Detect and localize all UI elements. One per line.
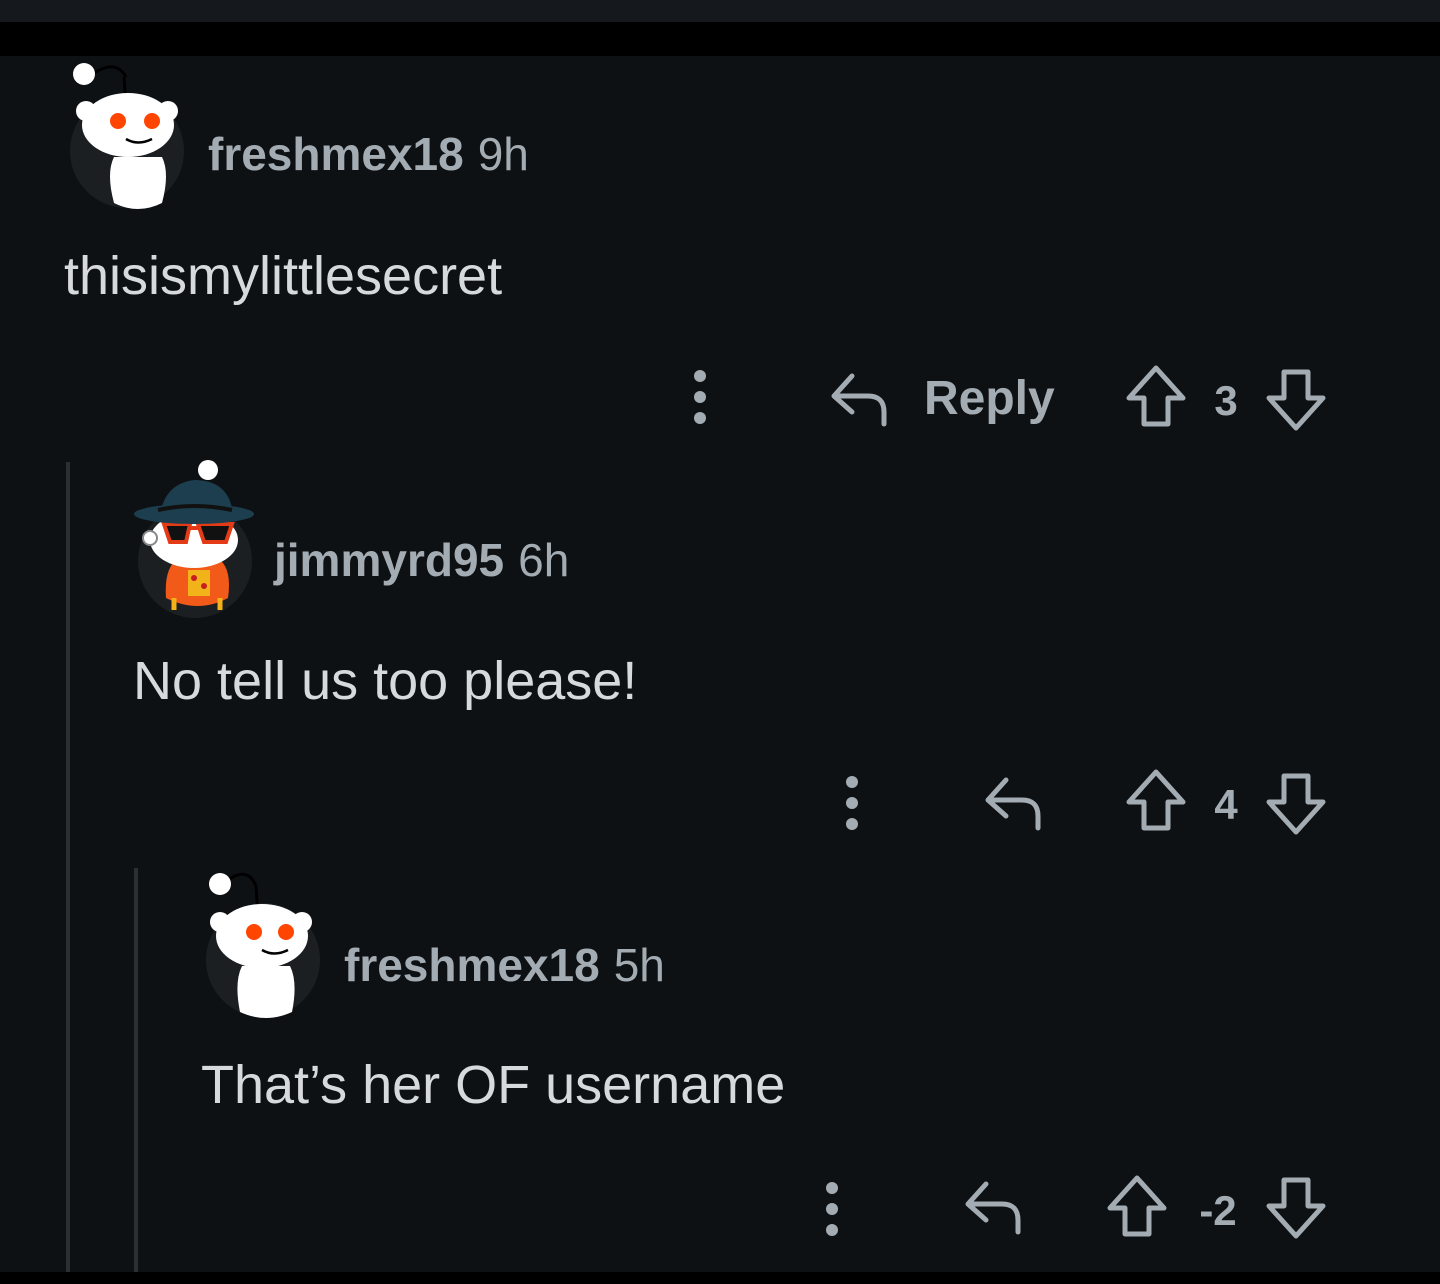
thread-line-level-1[interactable] xyxy=(66,462,70,1272)
comment-username[interactable]: freshmex18 9h xyxy=(208,127,529,181)
status-area xyxy=(0,0,1440,22)
reply-button[interactable]: Reply xyxy=(924,371,1055,426)
reply-arrow-icon[interactable] xyxy=(828,366,890,428)
thread-line-level-2[interactable] xyxy=(134,868,138,1272)
upvote-arrow-icon[interactable] xyxy=(1125,768,1187,834)
downvote-arrow-icon[interactable] xyxy=(1265,770,1327,836)
vote-score: 3 xyxy=(1214,377,1238,424)
vote-score: 4 xyxy=(1214,781,1238,828)
comment-username[interactable]: jimmyrd95 6h xyxy=(274,533,569,587)
top-divider-bar xyxy=(0,22,1440,56)
reply-arrow-icon[interactable] xyxy=(962,1174,1024,1236)
upvote-arrow-icon[interactable] xyxy=(1106,1174,1168,1240)
snoo-hat-sunglasses-avatar-icon[interactable] xyxy=(128,458,258,623)
bottom-edge-bar xyxy=(0,1272,1440,1284)
vote-score: -2 xyxy=(1199,1187,1237,1234)
more-options-icon[interactable] xyxy=(686,368,714,428)
more-options-icon[interactable] xyxy=(838,774,866,834)
downvote-arrow-icon[interactable] xyxy=(1265,366,1327,432)
comment-body: thisismylittlesecret xyxy=(64,246,503,306)
comment-thread-screen: freshmex18 9h thisismylittlesecret Reply … xyxy=(0,0,1440,1284)
more-options-icon[interactable] xyxy=(818,1180,846,1240)
comment-timestamp: 6h xyxy=(518,534,570,586)
comment-username[interactable]: freshmex18 5h xyxy=(344,938,665,992)
comment-body: No tell us too please! xyxy=(133,651,638,711)
comment-timestamp: 5h xyxy=(613,939,665,991)
snoo-avatar-icon[interactable] xyxy=(64,55,194,215)
reply-arrow-icon[interactable] xyxy=(982,770,1044,832)
snoo-avatar-icon[interactable] xyxy=(200,864,330,1024)
comment-body: That’s her OF username xyxy=(201,1055,786,1115)
comment-timestamp: 9h xyxy=(477,128,529,180)
upvote-arrow-icon[interactable] xyxy=(1125,364,1187,430)
downvote-arrow-icon[interactable] xyxy=(1265,1174,1327,1240)
